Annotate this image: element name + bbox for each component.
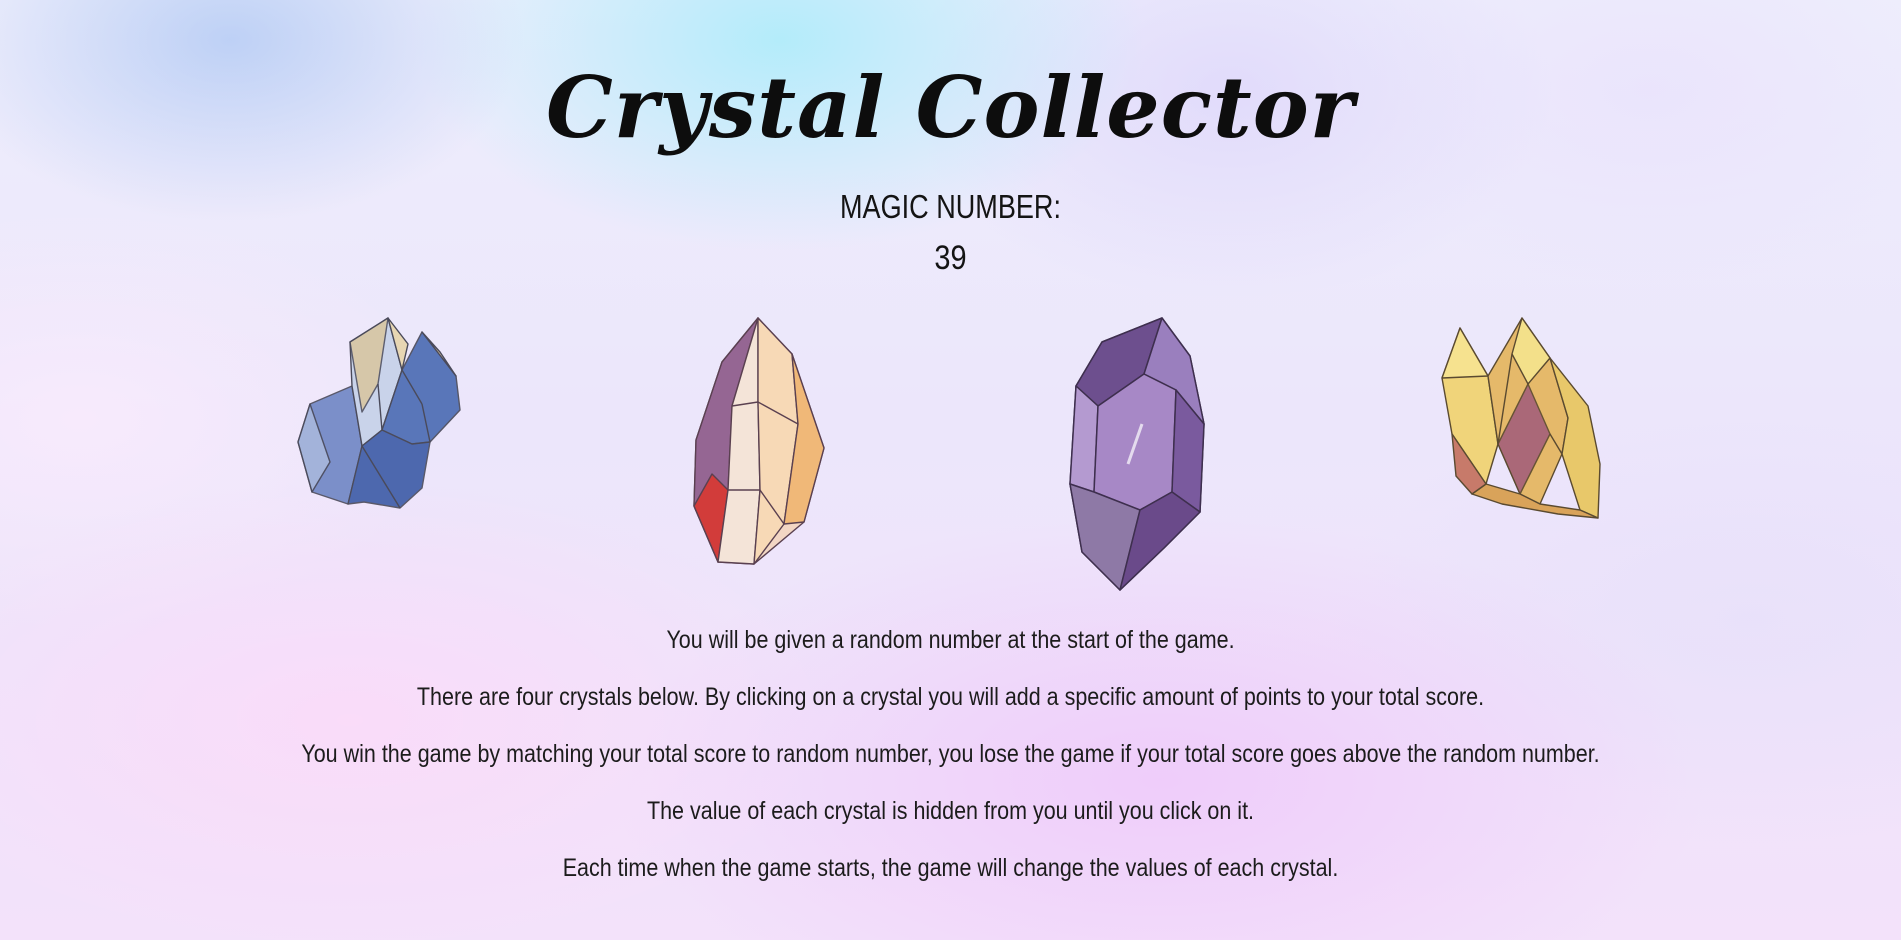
instruction-line: You will be given a random number at the… [666,626,1235,654]
magic-number-label: MAGIC NUMBER: [839,188,1061,225]
crystal-peach-button[interactable] [688,314,830,566]
blue-crystal-icon [297,317,461,509]
instruction-line: The value of each crystal is hidden from… [646,797,1255,825]
instruction-line: There are four crystals below. By clicki… [416,683,1485,711]
instruction-line: Each time when the game starts, the game… [562,854,1339,882]
purple-crystal-icon [1069,317,1205,591]
instructions: You will be given a random number at the… [0,620,1901,905]
yellow-crystal-icon [1441,317,1601,519]
crystal-purple-button[interactable] [1068,314,1210,592]
game-title: Crystal Collector [546,58,1355,157]
instruction-line: You win the game by matching your total … [301,740,1600,768]
peach-crystal-icon [693,317,825,565]
crystal-blue-button[interactable] [290,312,466,512]
crystal-yellow-button[interactable] [1432,314,1608,520]
magic-number-value: 39 [934,239,967,277]
